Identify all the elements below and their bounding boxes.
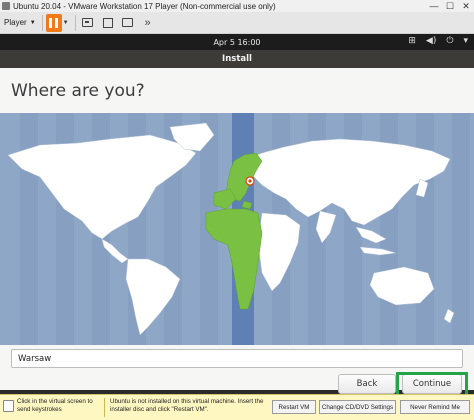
notice-keystroke-hint: Click in the virtual screen to send keys…: [17, 398, 93, 413]
maximize-button[interactable]: ☐: [442, 0, 458, 12]
restart-vm-button[interactable]: Restart VM: [272, 400, 316, 414]
window-title: Ubuntu 20.04 - VMware Workstation 17 Pla…: [13, 1, 276, 11]
player-menu-label: Player: [4, 18, 27, 27]
timezone-input[interactable]: Warsaw: [11, 349, 463, 368]
pause-icon: [49, 17, 59, 28]
notice-divider: [104, 398, 105, 417]
unity-icon: [122, 18, 134, 27]
ubuntu-top-bar: Apr 5 16:00 ⊞ ◀) ⏻ ▾: [0, 34, 474, 50]
keyboard-icon: [82, 18, 94, 27]
network-icon[interactable]: ⊞: [408, 36, 416, 46]
vmware-app-icon: [2, 2, 10, 10]
system-tray[interactable]: ⊞ ◀) ⏻ ▾: [408, 36, 468, 46]
installer-body: Where are you? Warsaw Back Continue: [0, 68, 474, 394]
tray-chevron-icon[interactable]: ▾: [463, 36, 468, 46]
fullscreen-icon: [102, 17, 113, 28]
vmware-title-bar: Ubuntu 20.04 - VMware Workstation 17 Pla…: [0, 0, 474, 12]
world-map-graphic: [7, 113, 470, 345]
pause-menu-chevron-icon[interactable]: ▼: [63, 20, 69, 26]
minimize-button[interactable]: —: [426, 0, 442, 12]
page-title: Where are you?: [11, 81, 145, 101]
clock[interactable]: Apr 5 16:00: [0, 38, 474, 47]
never-remind-me-button[interactable]: Never Remind Me: [400, 400, 470, 414]
timezone-map[interactable]: [0, 113, 474, 345]
notice-message: Ubuntu is not installed on this virtual …: [110, 398, 264, 413]
location-pin-icon: [245, 176, 255, 186]
sound-icon[interactable]: ◀): [426, 36, 436, 46]
back-button[interactable]: Back: [338, 374, 396, 394]
close-button[interactable]: ✕: [458, 0, 474, 12]
installer-title: Install: [222, 54, 252, 64]
fullscreen-button[interactable]: [99, 14, 117, 32]
toolbar-divider: [41, 14, 43, 31]
info-icon: [3, 400, 14, 412]
unity-button[interactable]: [119, 14, 137, 32]
vmware-notice-bar: Click in the virtual screen to send keys…: [0, 394, 474, 420]
arrow-right-icon: »: [144, 16, 151, 29]
change-cd-dvd-settings-button[interactable]: Change CD/DVD Settings: [319, 400, 396, 414]
power-icon[interactable]: ⏻: [446, 36, 453, 46]
chevron-down-icon: ▼: [29, 19, 36, 26]
continue-button[interactable]: Continue: [402, 374, 462, 394]
send-ctrl-alt-del-button[interactable]: [79, 14, 97, 32]
forward-button[interactable]: »: [139, 14, 157, 32]
vmware-toolbar: Player ▼ ▼ »: [0, 12, 474, 34]
toolbar-divider: [74, 14, 76, 31]
installer-header: Install: [0, 50, 474, 68]
player-menu-button[interactable]: Player ▼: [0, 14, 40, 32]
pause-button[interactable]: [45, 13, 62, 32]
